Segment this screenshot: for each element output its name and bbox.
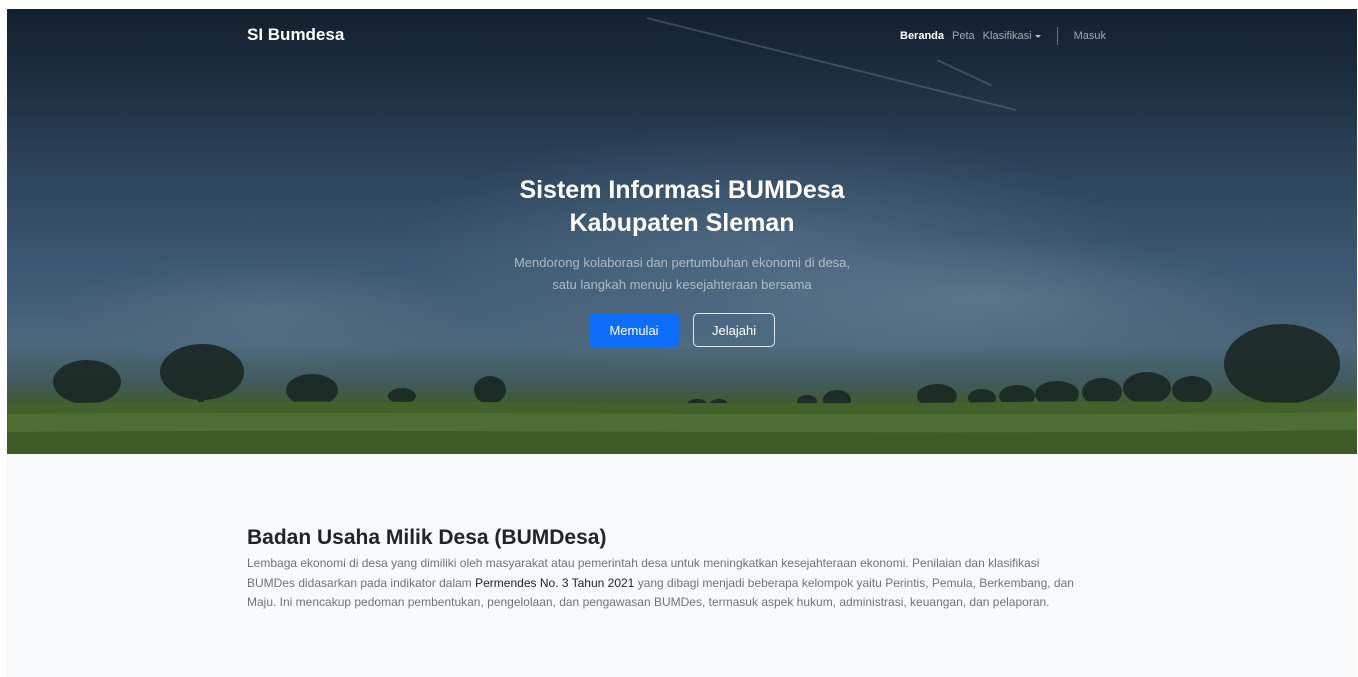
hero-title-line-1: Sistem Informasi BUMDesa	[519, 176, 845, 204]
nav-link-beranda[interactable]: Beranda	[900, 30, 944, 42]
nav-dropdown-label: Klasifikasi	[982, 30, 1032, 42]
hero-buttons: Memulai Jelajahi	[7, 313, 1357, 347]
brand-logo[interactable]: SI Bumdesa	[247, 25, 344, 45]
info-section: Badan Usaha Milik Desa (BUMDesa) Lembaga…	[7, 454, 1357, 677]
nav-dropdown-klasifikasi[interactable]: Klasifikasi	[983, 30, 1041, 42]
info-description: Lembaga ekonomi di desa yang dimiliki ol…	[247, 554, 1077, 613]
nav-links: Beranda Peta Klasifikasi Masuk	[900, 27, 1114, 45]
info-content: Badan Usaha Milik Desa (BUMDesa) Lembaga…	[247, 524, 1077, 613]
hero-section: SI Bumdesa Beranda Peta Klasifikasi Masu…	[7, 9, 1357, 454]
caret-down-icon	[1034, 34, 1041, 38]
page: SI Bumdesa Beranda Peta Klasifikasi Masu…	[0, 0, 1358, 677]
hero-subtitle: Mendorong kolaborasi dan pertumbuhan eko…	[7, 252, 1357, 296]
info-text-emphasis: Permendes No. 3 Tahun 2021	[475, 575, 635, 590]
nav-link-masuk[interactable]: Masuk	[1074, 30, 1106, 42]
hero-content: Sistem Informasi BUMDesa Kabupaten Slema…	[7, 174, 1357, 347]
hero-title-line-2: Kabupaten Sleman	[569, 209, 795, 237]
hero-subtitle-line-1: Mendorong kolaborasi dan pertumbuhan eko…	[513, 255, 851, 270]
hero-subtitle-line-2: satu langkah menuju kesejahteraan bersam…	[552, 277, 812, 292]
navbar: SI Bumdesa Beranda Peta Klasifikasi Masu…	[7, 9, 1357, 59]
start-button[interactable]: Memulai	[589, 313, 679, 347]
nav-link-peta[interactable]: Peta	[952, 30, 975, 42]
nav-divider	[1056, 27, 1058, 45]
explore-button[interactable]: Jelajahi	[693, 313, 775, 347]
info-title: Badan Usaha Milik Desa (BUMDesa)	[247, 526, 607, 549]
hero-title: Sistem Informasi BUMDesa Kabupaten Slema…	[7, 174, 1357, 240]
